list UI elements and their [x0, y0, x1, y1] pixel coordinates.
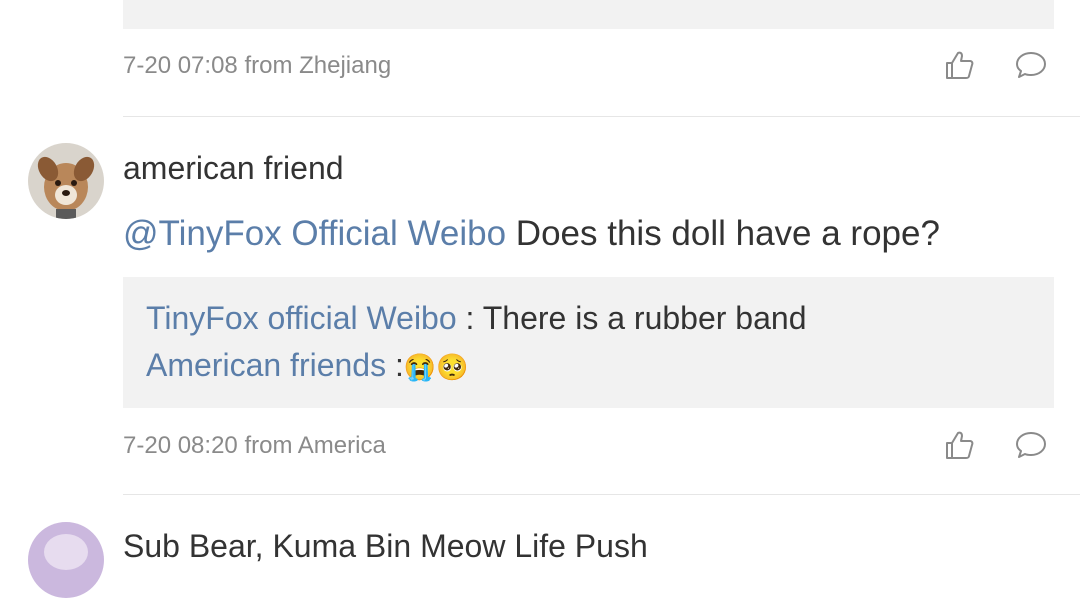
comment-location: Zhejiang: [299, 52, 392, 79]
comment-author[interactable]: american friend: [123, 150, 344, 187]
reply-box[interactable]: TinyFox official Weibo : There is a rubb…: [123, 277, 1054, 408]
comment-button[interactable]: [1014, 428, 1048, 462]
comment-timestamp: 7-20 07:08: [123, 52, 238, 79]
crying-emoji-icon: 😭: [403, 352, 437, 382]
reply-separator: :: [386, 347, 404, 383]
reply-line: American friends :😭🥺: [146, 347, 469, 384]
like-button[interactable]: [942, 48, 976, 82]
comment-text: Does this doll have a rope?: [515, 214, 940, 253]
reply-separator: :: [456, 300, 483, 336]
avatar[interactable]: [28, 522, 104, 598]
comment-timestamp: 7-20 08:20: [123, 432, 238, 459]
reply-author[interactable]: TinyFox official Weibo: [146, 300, 457, 336]
comment-location: America: [297, 432, 386, 459]
comment-meta: 7-20 08:20 from America: [123, 432, 386, 460]
comment-button[interactable]: [1014, 48, 1048, 82]
avatar-image: [28, 522, 104, 598]
reply-text: There is a rubber band: [482, 300, 807, 336]
like-button[interactable]: [942, 428, 976, 462]
avatar[interactable]: [28, 143, 104, 219]
location-prefix: from: [244, 432, 293, 459]
comment-bubble-icon: [1016, 432, 1046, 458]
pleading-emoji-icon: 🥺: [436, 352, 469, 382]
location-prefix: from: [244, 52, 293, 79]
thumb-up-icon: [946, 431, 974, 459]
comment-divider: [123, 116, 1080, 117]
previous-reply-box: [123, 0, 1054, 29]
thumb-up-icon: [946, 51, 974, 79]
comment-meta: 7-20 07:08 from Zhejiang: [123, 52, 391, 80]
reply-author[interactable]: American friends: [146, 347, 386, 383]
comment-bubble-icon: [1016, 52, 1046, 78]
reply-line: TinyFox official Weibo : There is a rubb…: [146, 300, 806, 337]
comment-divider: [123, 494, 1080, 495]
comment-author[interactable]: Sub Bear, Kuma Bin Meow Life Push: [123, 528, 648, 565]
dog-avatar-image: [28, 143, 104, 219]
comment-body: @TinyFox Official Weibo Does this doll h…: [123, 214, 940, 254]
mention-link[interactable]: @TinyFox Official Weibo: [123, 214, 506, 253]
